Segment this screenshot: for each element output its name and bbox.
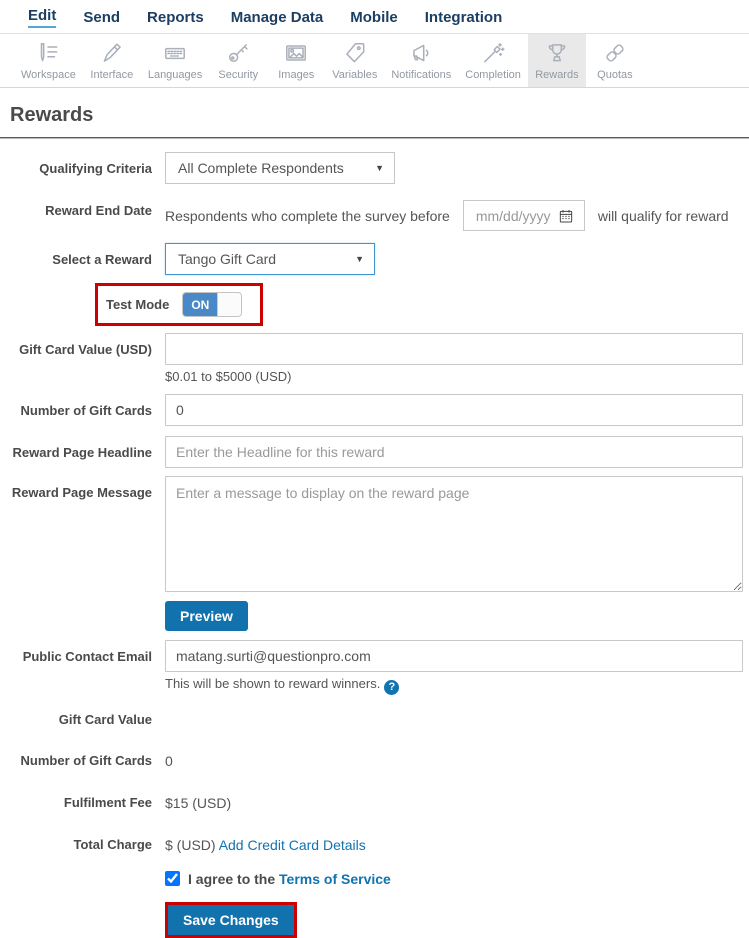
qualifying-criteria-label: Qualifying Criteria [39,161,152,176]
caret-down-icon: ▼ [355,254,364,264]
reward-end-date-prefix: Respondents who complete the survey befo… [165,207,450,224]
summary-gift-card-value-label: Gift Card Value [58,711,152,727]
toggle-on-label: ON [183,293,218,316]
fulfilment-fee-label: Fulfilment Fee [63,794,152,810]
add-credit-card-link[interactable]: Add Credit Card Details [219,837,366,853]
fulfilment-fee-value: $15 (USD) [165,794,232,811]
hint-text: This will be shown to reward winners. [165,676,381,691]
interface-icon [99,39,125,67]
rewards-icon [544,39,570,67]
quotas-icon [602,39,628,67]
rewards-form: Qualifying Criteria All Complete Respond… [0,139,749,938]
reward-end-date-input[interactable]: mm/dd/yyyy [462,200,585,231]
save-annotation-box: Save Changes [165,901,297,938]
number-of-gift-cards-label: Number of Gift Cards [20,403,152,418]
nav-item-integration[interactable]: Integration [425,9,503,28]
total-charge-label: Total Charge [73,836,153,852]
nav-item-manage-data[interactable]: Manage Data [231,9,324,28]
reward-page-message-textarea[interactable] [165,476,743,592]
select-reward-select[interactable]: Tango Gift Card ▼ [165,243,375,275]
preview-button[interactable]: Preview [165,601,248,631]
toolbar-item-notifications[interactable]: Notifications [384,34,458,87]
terms-checkbox[interactable] [165,871,180,886]
toolbar-item-interface[interactable]: Interface [83,34,141,87]
toolbar-item-label: Languages [147,69,203,81]
qualifying-criteria-value: All Complete Respondents [178,160,344,176]
save-changes-button[interactable]: Save Changes [168,904,294,935]
nav-item-mobile[interactable]: Mobile [350,9,398,28]
summary-number-of-gift-cards-label: Number of Gift Cards [20,752,152,768]
agree-text: I agree to the [188,870,276,887]
toolbar-item-workspace[interactable]: Workspace [14,34,83,87]
reward-page-headline-label: Reward Page Headline [12,445,152,460]
summary-gift-card-value [165,710,743,712]
public-contact-email-hint: This will be shown to reward winners.? [165,676,743,695]
qualifying-criteria-select[interactable]: All Complete Respondents ▼ [165,152,395,184]
terms-of-service-link[interactable]: Terms of Service [279,871,391,887]
images-icon [283,39,309,67]
page-title: Rewards [10,104,94,126]
select-reward-value: Tango Gift Card [178,251,277,267]
toolbar-item-languages[interactable]: Languages [141,34,209,87]
number-of-gift-cards-input[interactable] [165,394,743,426]
toolbar-item-label: Interface [90,69,134,81]
top-nav: Edit Send Reports Manage Data Mobile Int… [0,0,749,34]
notifications-icon [408,39,434,67]
test-mode-label: Test Mode [106,297,170,312]
completion-icon [480,39,506,67]
toolbar-item-label: Notifications [391,69,452,81]
public-contact-email-input[interactable] [165,640,743,672]
toolbar-item-label: Completion [465,69,521,81]
variables-icon [342,39,368,67]
gift-card-value-hint: $0.01 to $5000 (USD) [165,369,292,384]
toolbar-item-images[interactable]: Images [267,34,325,87]
workspace-icon [35,39,61,67]
toolbar-item-label: Security [218,69,259,81]
test-mode-toggle[interactable]: ON [182,292,243,317]
languages-icon [162,39,188,67]
toolbar-item-label: Rewards [535,69,579,81]
total-charge-value: $ (USD) [165,836,216,853]
toolbar-item-quotas[interactable]: Quotas [586,34,644,87]
nav-item-send[interactable]: Send [83,9,120,28]
toolbar-item-label: Quotas [597,69,633,81]
reward-end-date-label: Reward End Date [45,203,152,218]
toolbar-item-variables[interactable]: Variables [325,34,384,87]
select-reward-label: Select a Reward [52,252,152,267]
nav-item-reports[interactable]: Reports [147,9,204,28]
settings-toolbar: Workspace Interface Languages Security I… [0,34,749,88]
reward-page-message-label: Reward Page Message [11,485,152,500]
security-icon [225,39,251,67]
calendar-icon[interactable] [558,208,574,224]
toolbar-item-label: Variables [332,69,378,81]
toolbar-item-label: Workspace [21,69,76,81]
date-placeholder: mm/dd/yyyy [475,207,551,224]
nav-item-edit[interactable]: Edit [28,7,57,28]
toolbar-item-security[interactable]: Security [209,34,267,87]
toggle-knob [217,293,242,316]
summary-number-of-gift-cards: 0 [165,752,173,769]
gift-card-value-label: Gift Card Value (USD) [19,342,152,357]
toolbar-item-label: Images [278,69,315,81]
public-contact-email-label: Public Contact Email [22,649,152,664]
test-mode-annotation-box: Test Mode ON [95,283,264,326]
reward-page-headline-input[interactable] [165,436,743,468]
caret-down-icon: ▼ [375,163,384,173]
reward-end-date-suffix: will qualify for reward [597,207,729,224]
help-icon[interactable]: ? [384,679,400,695]
toolbar-item-completion[interactable]: Completion [458,34,528,87]
gift-card-value-input[interactable] [165,333,743,365]
toolbar-item-rewards[interactable]: Rewards [527,34,586,87]
